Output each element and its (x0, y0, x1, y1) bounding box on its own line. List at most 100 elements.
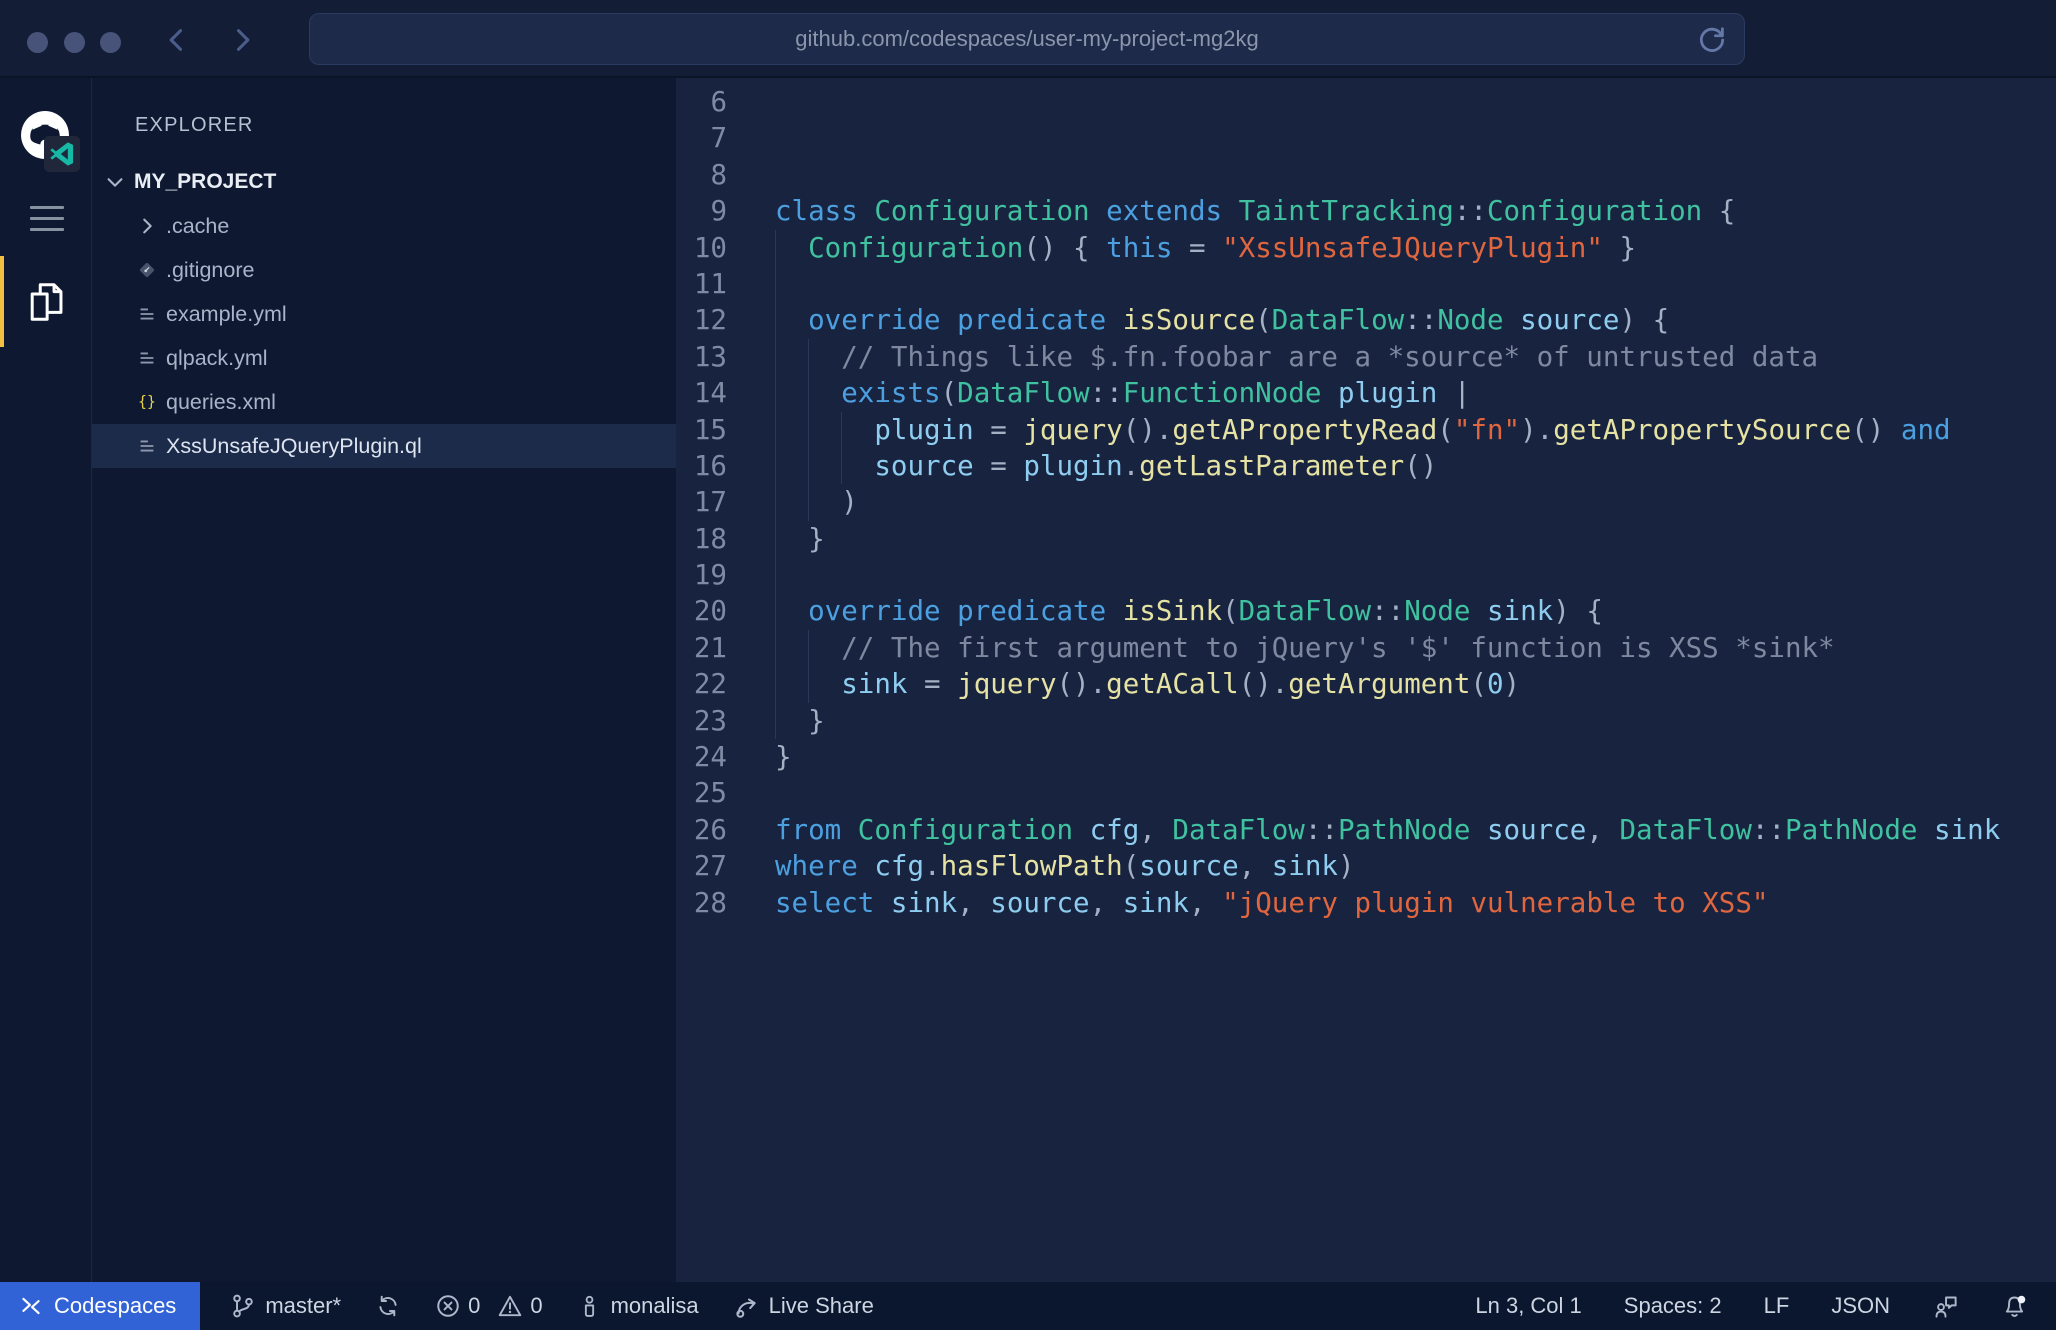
sync-icon (375, 1293, 401, 1319)
files-icon (23, 279, 69, 325)
feedback-button[interactable] (1932, 1282, 1959, 1330)
code-text: Configuration() { this = "XssUnsafeJQuer… (727, 230, 2056, 266)
file-name: example.yml (166, 302, 287, 327)
file-name: XssUnsafeJQueryPlugin.ql (166, 434, 422, 459)
code-text: // The first argument to jQuery's '$' fu… (727, 630, 2056, 666)
code-line[interactable]: 17 ) (676, 484, 2056, 520)
code-line[interactable]: 16 source = plugin.getLastParameter() (676, 448, 2056, 484)
indentation-button[interactable]: Spaces: 2 (1624, 1282, 1722, 1330)
notifications-button[interactable] (2001, 1282, 2028, 1330)
forward-button[interactable] (228, 26, 256, 54)
cursor-position-button[interactable]: Ln 3, Col 1 (1475, 1282, 1581, 1330)
codespaces-label: Codespaces (54, 1293, 176, 1319)
file-tree-item[interactable]: qlpack.yml (92, 336, 676, 380)
code-line[interactable]: 14 exists(DataFlow::FunctionNode plugin … (676, 375, 2056, 411)
code-line[interactable]: 28select sink, source, sink, "jQuery plu… (676, 885, 2056, 921)
code-text: where cfg.hasFlowPath(source, sink) (727, 848, 2056, 884)
code-editor[interactable]: 6789class Configuration extends TaintTra… (676, 78, 2056, 1282)
window-control-icon[interactable] (64, 32, 85, 53)
git-branch-icon (230, 1293, 256, 1319)
code-line[interactable]: 21 // The first argument to jQuery's '$'… (676, 630, 2056, 666)
code-text (727, 775, 2056, 811)
code-text (727, 84, 2056, 120)
code-line[interactable]: 18 } (676, 521, 2056, 557)
code-line[interactable]: 22 sink = jquery().getACall().getArgumen… (676, 666, 2056, 702)
file-tree-item[interactable]: example.yml (92, 292, 676, 336)
address-bar[interactable]: github.com/codespaces/user-my-project-mg… (309, 13, 1745, 65)
branch-button[interactable]: master* (230, 1282, 341, 1330)
live-share-button[interactable]: Live Share (733, 1282, 874, 1330)
warning-count: 0 (530, 1293, 542, 1319)
code-line[interactable]: 15 plugin = jquery().getAPropertyRead("f… (676, 412, 2056, 448)
language-label: JSON (1831, 1293, 1890, 1319)
window-control-icon[interactable] (27, 32, 48, 53)
code-line[interactable]: 13 // Things like $.fn.foobar are a *sou… (676, 339, 2056, 375)
code-line[interactable]: 6 (676, 84, 2056, 120)
indent-guide (775, 593, 776, 629)
cursor-position: Ln 3, Col 1 (1475, 1293, 1581, 1319)
code-line[interactable]: 9class Configuration extends TaintTracki… (676, 193, 2056, 229)
line-number: 27 (676, 848, 727, 884)
indent-guide (841, 448, 842, 484)
line-number: 24 (676, 739, 727, 775)
code-line[interactable]: 11 (676, 266, 2056, 302)
code-line[interactable]: 19 (676, 557, 2056, 593)
code-line[interactable]: 24} (676, 739, 2056, 775)
file-tree-item[interactable]: .cache (92, 204, 676, 248)
indent-guide (775, 630, 776, 666)
problems-button[interactable]: 0 0 (435, 1282, 543, 1330)
indent-guide (775, 375, 776, 411)
file-tree-item[interactable]: XssUnsafeJQueryPlugin.ql (92, 424, 676, 468)
code-line[interactable]: 23 } (676, 703, 2056, 739)
file-tree-root[interactable]: MY_PROJECT (92, 160, 676, 204)
explorer-sidebar: EXPLORER MY_PROJECT.cache .gitignore examp… (92, 78, 676, 1282)
file-name: qlpack.yml (166, 346, 268, 371)
code-text: exists(DataFlow::FunctionNode plugin | (727, 375, 2056, 411)
code-text: sink = jquery().getACall().getArgument(0… (727, 666, 2056, 702)
file-tree-item[interactable]: {}queries.xml (92, 380, 676, 424)
line-number: 12 (676, 302, 727, 338)
indent-guide (808, 448, 809, 484)
line-number: 25 (676, 775, 727, 811)
codespaces-remote-button[interactable]: Codespaces (0, 1282, 200, 1330)
language-mode-button[interactable]: JSON (1831, 1282, 1890, 1330)
window-control-icon[interactable] (100, 32, 121, 53)
indent-guide (775, 666, 776, 702)
file-name: .gitignore (166, 258, 254, 283)
code-text: // Things like $.fn.foobar are a *source… (727, 339, 2056, 375)
live-share-icon (733, 1293, 760, 1320)
code-line[interactable]: 26from Configuration cfg, DataFlow::Path… (676, 812, 2056, 848)
explorer-title: EXPLORER (135, 114, 254, 137)
code-text (727, 557, 2056, 593)
code-line[interactable]: 27where cfg.hasFlowPath(source, sink) (676, 848, 2056, 884)
error-count: 0 (468, 1293, 480, 1319)
braces-icon: {} (132, 391, 162, 413)
eol-button[interactable]: LF (1764, 1282, 1790, 1330)
explorer-view-button[interactable] (0, 256, 92, 347)
svg-text:{}: {} (138, 394, 156, 411)
line-number: 17 (676, 484, 727, 520)
indent-guide (808, 630, 809, 666)
code-line[interactable]: 10 Configuration() { this = "XssUnsafeJQ… (676, 230, 2056, 266)
code-line[interactable]: 7 (676, 120, 2056, 156)
code-line[interactable]: 8 (676, 157, 2056, 193)
user-button[interactable]: monalisa (577, 1282, 699, 1330)
line-number: 15 (676, 412, 727, 448)
back-button[interactable] (163, 26, 191, 54)
line-number: 8 (676, 157, 727, 193)
line-number: 14 (676, 375, 727, 411)
refresh-icon[interactable] (1696, 24, 1728, 56)
code-line[interactable]: 20 override predicate isSink(DataFlow::N… (676, 593, 2056, 629)
file-tree-item[interactable]: .gitignore (92, 248, 676, 292)
menu-icon[interactable] (30, 206, 64, 239)
sync-button[interactable] (375, 1282, 401, 1330)
indent-guide (775, 557, 776, 593)
user-label: monalisa (611, 1293, 699, 1319)
indent-guide (775, 521, 776, 557)
activity-bar (0, 78, 92, 1282)
code-line[interactable]: 12 override predicate isSource(DataFlow:… (676, 302, 2056, 338)
code-line[interactable]: 25 (676, 775, 2056, 811)
list-icon (132, 435, 162, 457)
list-icon (132, 303, 162, 325)
eol-label: LF (1764, 1293, 1790, 1319)
